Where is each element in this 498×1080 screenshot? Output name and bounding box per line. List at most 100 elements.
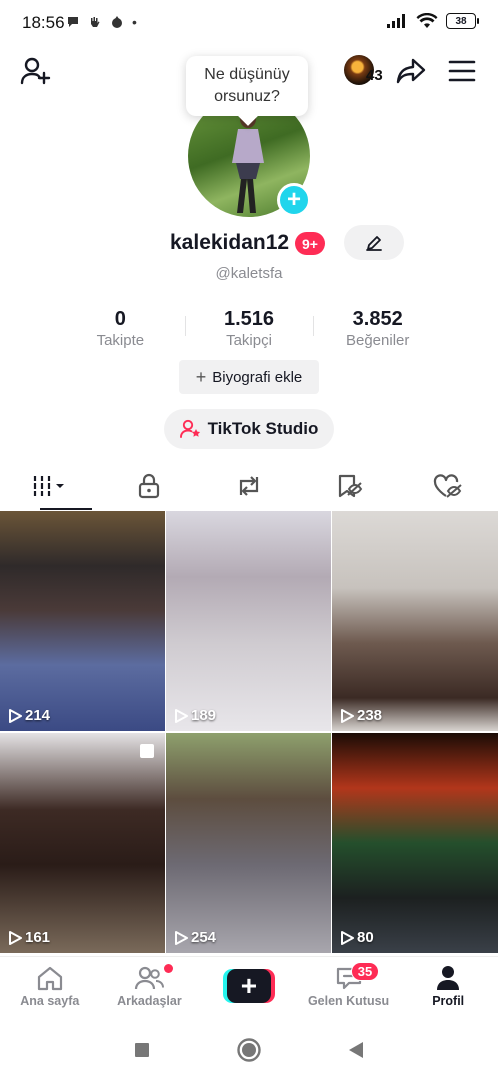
view-count-value: 238 xyxy=(357,707,383,724)
video-thumbnail[interactable]: 238 xyxy=(332,511,498,731)
friends-icon xyxy=(135,966,165,990)
nav-create[interactable]: + xyxy=(199,957,299,1020)
bookmark-hidden-icon xyxy=(338,474,362,498)
share-icon[interactable] xyxy=(396,57,426,85)
play-icon xyxy=(9,930,22,945)
tiktok-studio-button[interactable]: TikTok Studio xyxy=(164,409,334,449)
bottom-nav: Ana sayfa Arkadaşlar + 35 Gelen Kutusu P… xyxy=(0,956,498,1020)
view-count: 214 xyxy=(8,707,50,724)
view-count: 161 xyxy=(8,929,50,946)
content-tabs xyxy=(0,462,498,510)
system-navigation xyxy=(0,1020,498,1080)
battery-level: 38 xyxy=(455,15,467,27)
thoughts-tooltip[interactable]: Ne düşünüy orsunuz? xyxy=(186,56,308,116)
add-photo-button[interactable]: + xyxy=(277,183,311,217)
friends-notification-dot xyxy=(163,964,173,973)
nav-profile-label: Profil xyxy=(432,994,465,1008)
stat-following[interactable]: 0 Takipte xyxy=(56,306,185,352)
create-button[interactable]: + xyxy=(222,969,275,1003)
plus-icon: + xyxy=(195,367,207,387)
pencil-icon xyxy=(366,235,382,251)
stat-label: Takipçi xyxy=(226,332,272,349)
status-bar: 18:56 • 38 xyxy=(0,0,498,44)
menu-icon[interactable] xyxy=(448,60,476,82)
view-count: 254 xyxy=(174,929,216,946)
system-indicators: 38 xyxy=(386,13,479,29)
nav-home[interactable]: Ana sayfa xyxy=(0,957,100,1020)
battery-icon: 38 xyxy=(446,13,479,29)
tab-liked[interactable] xyxy=(398,462,498,510)
video-thumbnail[interactable]: 80 xyxy=(332,733,498,953)
recents-icon[interactable] xyxy=(133,1041,151,1059)
add-bio-label: Biyografi ekle xyxy=(212,368,303,386)
studio-label: TikTok Studio xyxy=(207,419,319,438)
nav-inbox[interactable]: 35 Gelen Kutusu xyxy=(299,957,399,1020)
stat-value: 0 xyxy=(114,308,126,330)
nav-friends-label: Arkadaşlar xyxy=(117,994,182,1008)
chat-notification-icon xyxy=(68,17,78,27)
profile-viewers[interactable]: 43 xyxy=(344,55,388,87)
play-icon xyxy=(175,930,188,945)
lock-icon xyxy=(139,473,160,499)
tab-videos[interactable] xyxy=(0,462,100,510)
tab-private[interactable] xyxy=(100,462,200,510)
view-count-value: 80 xyxy=(357,929,374,946)
app-notification-icon xyxy=(112,16,122,28)
view-count-value: 189 xyxy=(191,707,217,724)
username: kalekidan12 xyxy=(170,231,290,254)
stat-label: Beğeniler xyxy=(345,332,410,349)
status-time: 18:56 xyxy=(22,13,65,32)
nav-friends[interactable]: Arkadaşlar xyxy=(100,957,200,1020)
inbox-badge: 35 xyxy=(350,962,380,981)
view-count: 80 xyxy=(340,929,374,946)
videos-grid-icon xyxy=(32,476,64,496)
add-bio-button[interactable]: + Biyografi ekle xyxy=(179,360,319,394)
notification-icons: • xyxy=(66,14,137,30)
heart-hidden-icon xyxy=(434,474,462,498)
play-icon xyxy=(175,708,188,723)
add-friend-icon[interactable] xyxy=(20,57,52,85)
stat-label: Takipte xyxy=(96,332,145,349)
username-badge[interactable]: 9+ xyxy=(295,232,325,255)
stat-value: 1.516 xyxy=(223,308,275,330)
back-icon[interactable] xyxy=(347,1040,365,1060)
nav-profile[interactable]: Profil xyxy=(398,957,498,1020)
view-count-value: 214 xyxy=(25,707,51,724)
wifi-icon xyxy=(416,13,438,28)
nav-home-label: Ana sayfa xyxy=(20,994,80,1008)
repost-icon xyxy=(239,476,259,496)
stat-followers[interactable]: 1.516 Takipçi xyxy=(184,306,314,352)
stat-value: 3.852 xyxy=(352,308,403,330)
signal-icon xyxy=(387,14,405,28)
viewers-count: 43 xyxy=(366,67,383,84)
tab-favorites[interactable] xyxy=(299,462,399,510)
plus-icon: + xyxy=(226,969,271,1003)
nav-inbox-label: Gelen Kutusu xyxy=(307,994,390,1008)
view-count-value: 254 xyxy=(191,929,217,946)
video-grid: 214 189 238 161 254 80 xyxy=(0,511,498,955)
home-circle-icon[interactable] xyxy=(236,1037,262,1063)
home-icon xyxy=(37,966,62,991)
user-handle: @kaletsfa xyxy=(215,265,283,282)
play-icon xyxy=(341,708,354,723)
stat-likes[interactable]: 3.852 Beğeniler xyxy=(313,306,442,352)
play-icon xyxy=(341,930,354,945)
view-count: 238 xyxy=(340,707,382,724)
play-icon xyxy=(9,708,22,723)
profile-icon xyxy=(437,966,460,990)
tab-reposts[interactable] xyxy=(199,462,299,510)
hand-notification-icon xyxy=(91,17,100,27)
edit-profile-button[interactable] xyxy=(344,225,404,260)
username-row: kalekidan12 9+ xyxy=(0,228,498,260)
view-count: 189 xyxy=(174,707,216,724)
video-thumbnail[interactable]: 189 xyxy=(166,511,331,731)
video-thumbnail[interactable]: 161 xyxy=(0,733,165,953)
profile-stats: 0 Takipte 1.516 Takipçi 3.852 Beğeniler xyxy=(56,306,442,352)
more-dot-icon: • xyxy=(132,14,137,30)
video-thumbnail[interactable]: 214 xyxy=(0,511,165,731)
video-thumbnail[interactable]: 254 xyxy=(166,733,331,953)
studio-user-icon xyxy=(179,419,200,438)
multi-photo-icon xyxy=(140,744,154,758)
view-count-value: 161 xyxy=(25,929,51,946)
tooltip-text: Ne düşünüy orsunuz? xyxy=(204,66,290,105)
